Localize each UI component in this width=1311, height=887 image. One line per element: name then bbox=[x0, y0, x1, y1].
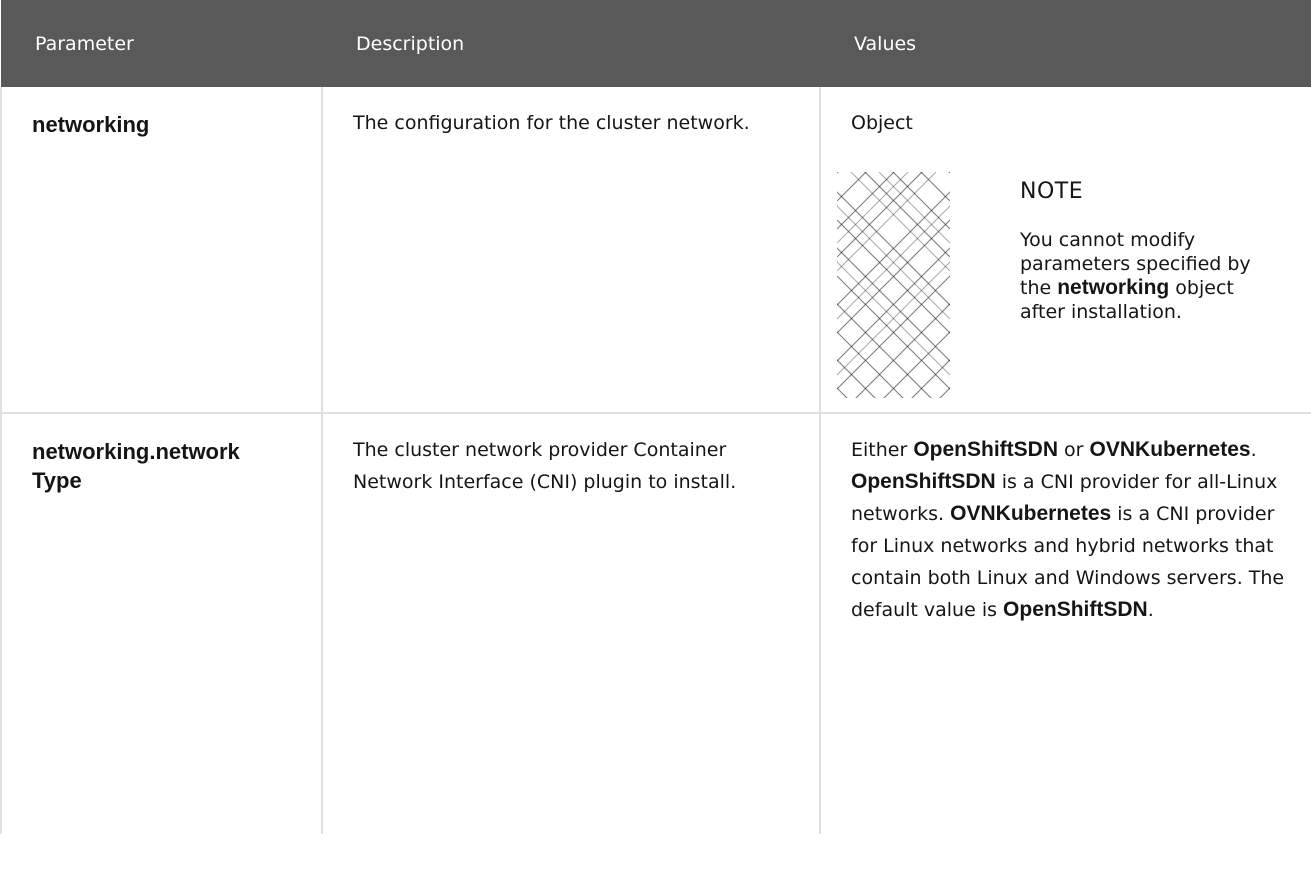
table-row: networking.network Type The cluster netwo… bbox=[0, 413, 1311, 834]
description-cell: The configuration for the cluster networ… bbox=[321, 87, 821, 414]
parameter-name-line: networking.network bbox=[32, 439, 240, 464]
description-text: The cluster network provider Container N… bbox=[353, 439, 737, 493]
header-parameter: Parameter bbox=[1, 0, 322, 87]
parameters-table: Parameter Description Values networking … bbox=[0, 0, 1311, 834]
parameter-cell: networking bbox=[0, 87, 323, 414]
note-lattice-icon bbox=[837, 172, 950, 398]
table-row: networking The configuration for the clu… bbox=[0, 87, 1311, 414]
header-values: Values bbox=[820, 0, 1311, 87]
values-text-part: Either bbox=[851, 439, 914, 461]
description-cell: The cluster network provider Container N… bbox=[321, 413, 821, 834]
parameter-name-line: Type bbox=[32, 468, 82, 493]
description-text: The configuration for the cluster networ… bbox=[353, 112, 750, 134]
value-text: Object bbox=[851, 112, 913, 134]
header-row: Parameter Description Values bbox=[1, 0, 1311, 87]
bold-term: OpenShiftSDN bbox=[913, 438, 1058, 461]
note-bold-term: networking bbox=[1057, 276, 1170, 299]
parameter-name: networking.network Type bbox=[32, 434, 297, 495]
parameter-cell: networking.network Type bbox=[0, 413, 323, 834]
bold-term: OVNKubernetes bbox=[950, 502, 1112, 525]
note-admonition: NOTE You cannot modify parameters specif… bbox=[837, 172, 1287, 398]
note-text: You cannot modify parameters specified b… bbox=[1020, 228, 1268, 324]
values-cell: Either OpenShiftSDN or OVNKubernetes. Op… bbox=[819, 413, 1311, 834]
bold-term: OpenShiftSDN bbox=[851, 470, 996, 493]
values-text-part: or bbox=[1058, 439, 1090, 461]
table-header: Parameter Description Values bbox=[1, 0, 1311, 87]
note-title: NOTE bbox=[1020, 179, 1084, 204]
values-text-part: . bbox=[1147, 599, 1154, 621]
values-text-part: . bbox=[1250, 439, 1257, 461]
bold-term: OpenShiftSDN bbox=[1003, 598, 1148, 621]
parameter-name: networking bbox=[32, 112, 150, 137]
values-cell: Object NOTE You cannot modify parameters… bbox=[819, 87, 1311, 414]
bold-term: OVNKubernetes bbox=[1089, 438, 1251, 461]
header-description: Description bbox=[322, 0, 820, 87]
note-body: NOTE You cannot modify parameters specif… bbox=[1020, 172, 1268, 398]
values-text: Either OpenShiftSDN or OVNKubernetes. Op… bbox=[851, 434, 1287, 626]
